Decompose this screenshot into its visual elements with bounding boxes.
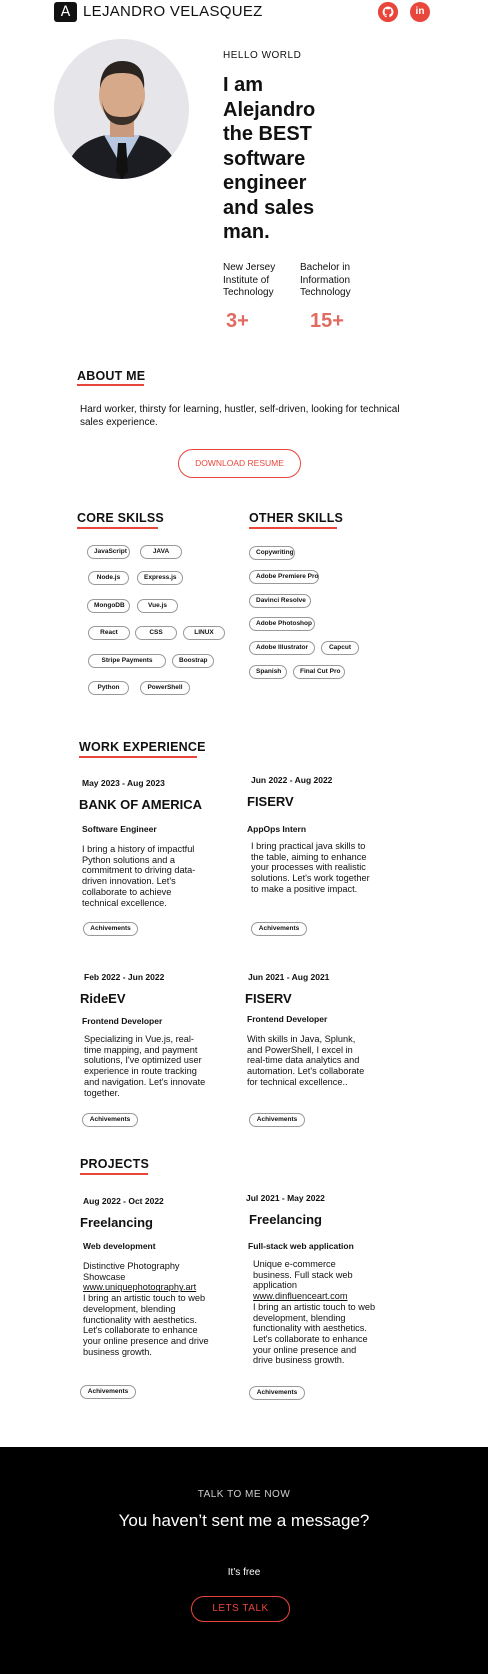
work-underline — [79, 756, 197, 758]
logo-icon[interactable]: A — [54, 2, 77, 22]
project-link[interactable]: www.dinfluenceart.com — [253, 1291, 347, 1301]
skill-pill: Express.js — [137, 571, 183, 585]
job-company: RideEV — [80, 991, 126, 1006]
skill-pill: Final Cut Pro — [293, 665, 345, 679]
skill-pill: Davinci Resolve — [249, 594, 311, 608]
stat-years: 3+ — [226, 310, 249, 332]
project-intro: Distinctive Photography Showcase — [83, 1261, 180, 1282]
download-resume-button[interactable]: DOWNLOAD RESUME — [178, 449, 301, 478]
job-description: I bring practical java skills to the tab… — [251, 841, 370, 894]
about-text: Hard worker, thirsty for learning, hustl… — [80, 404, 400, 428]
job-date: Feb 2022 - Jun 2022 — [84, 972, 165, 982]
project-name: Freelancing — [80, 1215, 153, 1230]
linkedin-icon[interactable]: in — [410, 2, 430, 22]
skill-pill: JAVA — [140, 545, 182, 559]
project-role: Full-stack web application — [248, 1241, 354, 1251]
education-degree: Bachelor in Information Technology — [300, 262, 351, 298]
core-skills-underline — [77, 527, 158, 529]
job-description: I bring a history of impactful Python so… — [82, 844, 196, 908]
skill-pill: Python — [88, 681, 129, 695]
stat-projects: 15+ — [310, 310, 344, 332]
project-description: Unique e-commerce business. Full stack w… — [253, 1259, 377, 1366]
about-underline — [77, 384, 144, 386]
project-date: Jul 2021 - May 2022 — [246, 1193, 325, 1203]
job-date: May 2023 - Aug 2023 — [82, 778, 165, 788]
skill-pill: Capcut — [321, 641, 359, 655]
skill-pill: Adobe Illustrator — [249, 641, 315, 655]
job-description: Specializing in Vue.js, real-time mappin… — [84, 1034, 206, 1098]
achievements-button[interactable]: Achivements — [83, 922, 138, 936]
skill-pill: Node.js — [88, 571, 129, 585]
skill-pill: JavaScript — [87, 545, 130, 559]
lets-talk-button[interactable]: LETS TALK — [191, 1596, 290, 1622]
other-skills-underline — [249, 527, 337, 529]
project-link[interactable]: www.uniquephotography.art — [83, 1282, 196, 1292]
project-date: Aug 2022 - Oct 2022 — [83, 1196, 164, 1206]
job-date: Jun 2022 - Aug 2022 — [251, 775, 333, 785]
job-company: FISERV — [247, 794, 294, 809]
work-title: WORK EXPERIENCE — [79, 740, 206, 754]
skill-pill: Vue.js — [137, 599, 178, 613]
profile-photo — [54, 39, 189, 179]
project-description: Distinctive Photography Showcase www.uni… — [83, 1261, 211, 1357]
job-role: AppOps Intern — [247, 824, 307, 834]
about-title: ABOUT ME — [77, 369, 146, 383]
job-role: Frontend Developer — [82, 1016, 163, 1026]
skill-pill: Spanish — [249, 665, 287, 679]
contact-footer: TALK TO ME NOW You haven’t sent me a mes… — [0, 1447, 488, 1674]
site-name[interactable]: LEJANDRO VELASQUEZ — [83, 3, 263, 20]
footer-eyebrow: TALK TO ME NOW — [197, 1489, 291, 1500]
education-school: New Jersey Institute of Technology — [223, 262, 276, 298]
skill-pill: React — [88, 626, 130, 640]
core-skills-title: CORE SKILSS — [77, 511, 164, 525]
job-date: Jun 2021 - Aug 2021 — [248, 972, 330, 982]
skill-pill: PowerShell — [140, 681, 190, 695]
hero-greeting: HELLO WORLD — [223, 50, 302, 61]
projects-title: PROJECTS — [80, 1157, 149, 1171]
job-role: Frontend Developer — [247, 1014, 328, 1024]
hero-headline: I am Alejandro the BEST software enginee… — [223, 74, 316, 243]
project-role: Web development — [83, 1241, 156, 1251]
github-icon[interactable] — [378, 2, 398, 22]
projects-underline — [80, 1173, 148, 1175]
footer-headline: You haven’t sent me a message? — [118, 1511, 370, 1530]
project-text: I bring an artistic touch to web develop… — [83, 1293, 209, 1357]
skill-pill: LINUX — [183, 626, 225, 640]
skill-pill: MongoDB — [87, 599, 130, 613]
skill-pill: Stripe Payments — [88, 654, 166, 668]
achievements-button[interactable]: Achivements — [249, 1386, 305, 1400]
footer-subtext: It’s free — [227, 1567, 261, 1578]
achievements-button[interactable]: Achivements — [80, 1385, 136, 1399]
job-role: Software Engineer — [82, 824, 157, 834]
skill-pill: CSS — [135, 626, 177, 640]
job-company: BANK OF AMERICA — [79, 797, 203, 812]
job-company: FISERV — [245, 991, 292, 1006]
project-text: I bring an artistic touch to web develop… — [253, 1301, 376, 1366]
other-skills-title: OTHER SKILLS — [249, 511, 344, 525]
skill-pill: Adobe Premiere Pro — [249, 570, 319, 584]
skill-pill: Copywriting — [249, 546, 295, 560]
achievements-button[interactable]: Achivements — [251, 922, 307, 936]
achievements-button[interactable]: Achivements — [82, 1113, 138, 1127]
skill-pill: Adobe Photoshop — [249, 617, 315, 631]
skill-pill: Boostrap — [172, 654, 214, 668]
job-description: With skills in Java, Splunk, and PowerSh… — [247, 1034, 365, 1087]
achievements-button[interactable]: Achivements — [249, 1113, 305, 1127]
project-name: Freelancing — [249, 1212, 322, 1227]
project-intro: Unique e-commerce business. Full stack w… — [253, 1259, 353, 1291]
